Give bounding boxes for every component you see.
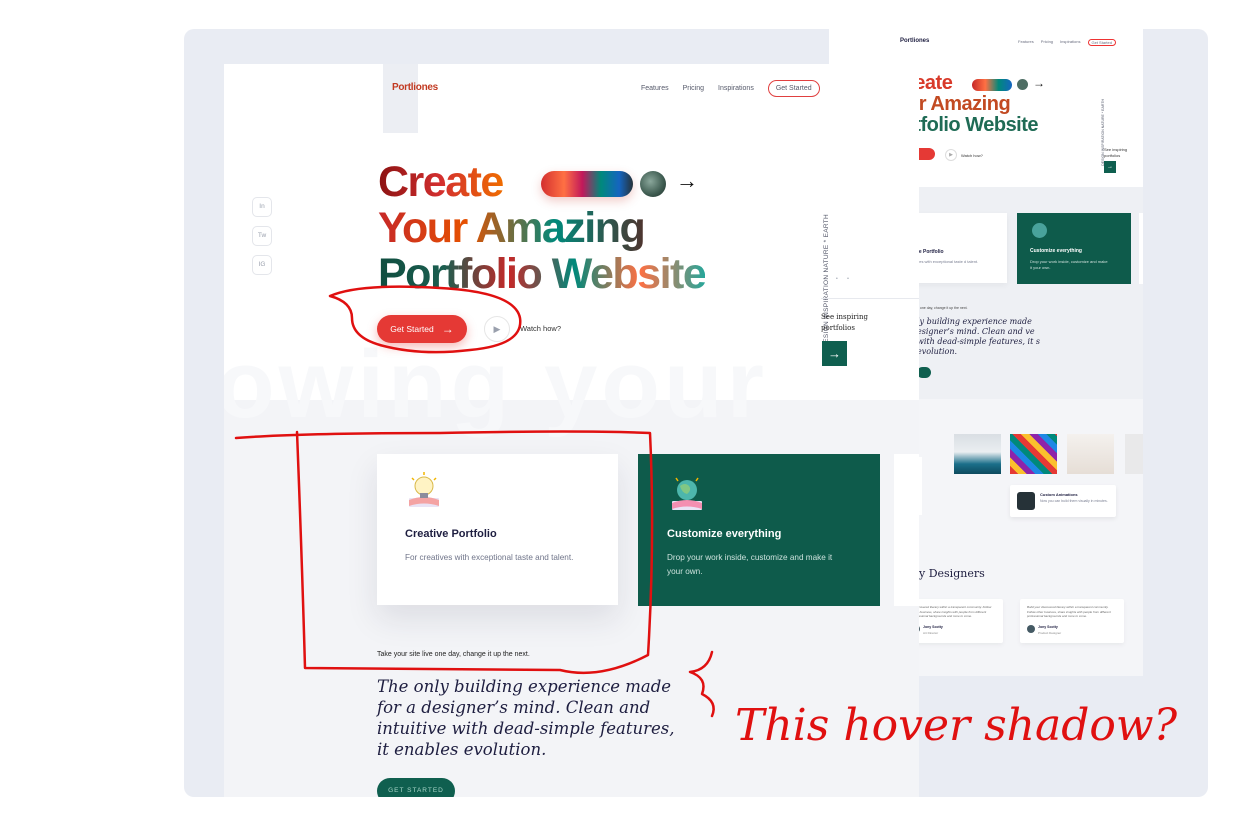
anim-desc: Now you can build them visually in minut… bbox=[1040, 499, 1108, 503]
see-inspiring-text: See inspiring portfolios bbox=[821, 313, 868, 332]
secondary-headline-line: ur Amazing bbox=[907, 93, 1011, 115]
secondary-quote: ly building experience made esigner’s mi… bbox=[917, 317, 1040, 356]
secondary-nav-pricing[interactable]: Pricing bbox=[1041, 39, 1053, 46]
linkedin-icon[interactable]: In bbox=[252, 197, 272, 217]
see-inspiring-button[interactable]: → bbox=[822, 341, 847, 366]
background-watermark: owing your bbox=[224, 331, 768, 438]
get-started-button[interactable]: Get Started → bbox=[377, 315, 467, 343]
secondary-arrow-icon: → bbox=[1033, 76, 1045, 90]
testimonial-quote: ...discovered literary within a transpar… bbox=[912, 605, 992, 618]
logo-strip bbox=[383, 64, 418, 133]
secondary-take-line: e one day, change it up the next. bbox=[917, 306, 968, 310]
testimonial-card: Build your discovered literary within a … bbox=[1020, 599, 1124, 643]
instagram-icon[interactable]: IG bbox=[252, 255, 272, 275]
headline-text: Your Amazing bbox=[378, 204, 646, 252]
secondary-card-partial bbox=[1139, 213, 1143, 284]
secondary-headline-line: rtfolio Website bbox=[907, 114, 1039, 136]
gallery-image-portrait bbox=[1067, 434, 1114, 474]
card-description: For creatives with exceptional taste and… bbox=[405, 553, 574, 562]
top-nav: Features Pricing Inspirations Get Starte… bbox=[641, 80, 820, 97]
arrow-right-icon: → bbox=[676, 168, 698, 193]
get-started-label: Get Started bbox=[390, 324, 434, 334]
card-title: Customize everything bbox=[667, 528, 782, 540]
globe-book-icon bbox=[672, 477, 702, 510]
secondary-card-customize[interactable]: Customize everything Drop your work insi… bbox=[1017, 213, 1131, 284]
testimonial-role: Art Director bbox=[923, 631, 939, 635]
headline-circle-image bbox=[640, 171, 666, 197]
secondary-nav-features[interactable]: Features bbox=[1018, 39, 1034, 46]
testimonial-name: Jony Scotty bbox=[923, 625, 943, 629]
secondary-card-desc: Drop your work inside, customize and mak… bbox=[1030, 259, 1108, 270]
animation-thumbnail-icon bbox=[1017, 492, 1035, 510]
intro-quote: The only building experience made for a … bbox=[377, 677, 675, 759]
secondary-see-arrow-button[interactable]: → bbox=[1104, 161, 1116, 173]
secondary-nav: Features Pricing Inspirations Get Starte… bbox=[1018, 39, 1116, 46]
secondary-designers-heading: y Designers bbox=[919, 567, 985, 580]
secondary-circle-image bbox=[1017, 79, 1028, 90]
gallery-image-partial bbox=[1125, 434, 1143, 474]
testimonial-name: Jony Scotty bbox=[1038, 625, 1058, 629]
play-icon[interactable]: ▶ bbox=[484, 316, 510, 342]
testimonial-card: ...discovered literary within a transpar… bbox=[905, 599, 1003, 643]
secondary-card-title: Customize everything bbox=[1030, 248, 1082, 254]
divider bbox=[821, 298, 919, 299]
main-mockup: Portliones Features Pricing Inspirations… bbox=[224, 64, 919, 797]
nav-features[interactable]: Features bbox=[641, 85, 669, 92]
testimonial-role: Product Designer bbox=[1038, 631, 1062, 635]
logo[interactable]: Portliones bbox=[392, 82, 438, 93]
secondary-cta-pill[interactable] bbox=[917, 367, 931, 378]
custom-animations-card[interactable]: Custom Animations Now you can build them… bbox=[1010, 485, 1116, 517]
nav-inspirations[interactable]: Inspirations bbox=[718, 85, 754, 92]
headline-line-2: Your Amazing bbox=[378, 204, 646, 252]
headline-text: Portfolio Website bbox=[378, 250, 707, 298]
headline-line-1: Create bbox=[378, 158, 504, 206]
card-description: Drop your work inside, customize and mak… bbox=[667, 553, 833, 576]
gallery-image-architecture bbox=[954, 434, 1001, 474]
secondary-logo: Portliones bbox=[900, 38, 930, 44]
anim-title: Custom Animations bbox=[1040, 492, 1078, 497]
secondary-play-icon[interactable]: ▶ bbox=[945, 149, 957, 161]
tagline: Take your site live one day, change it u… bbox=[377, 651, 530, 658]
secondary-pill-image bbox=[972, 79, 1012, 91]
card-creative-portfolio[interactable]: Creative Portfolio For creatives with ex… bbox=[377, 454, 618, 605]
secondary-see-inspiring: See inspiring portfolios bbox=[1104, 147, 1128, 158]
secondary-nav-inspirations[interactable]: Inspirations bbox=[1060, 39, 1080, 46]
headline-line-3: Portfolio Website bbox=[378, 250, 707, 298]
card-customize-everything[interactable]: Customize everything Drop your work insi… bbox=[638, 454, 880, 606]
headline-text: Create bbox=[378, 158, 504, 206]
gallery-image-pattern bbox=[1010, 434, 1057, 474]
secondary-card-desc: atives with exceptional taste d talent. bbox=[913, 259, 979, 264]
bottom-get-started-button[interactable]: GET STARTED bbox=[377, 778, 455, 797]
testimonial-quote: Build your discovered literary within a … bbox=[1027, 605, 1111, 618]
lightbulb-book-icon bbox=[409, 472, 439, 507]
globe-icon bbox=[1032, 223, 1047, 238]
secondary-watch-link[interactable]: Watch how? bbox=[961, 153, 983, 158]
card-title: Creative Portfolio bbox=[405, 528, 497, 540]
arrow-right-icon: → bbox=[441, 322, 454, 336]
watch-how-link[interactable]: Watch how? bbox=[520, 324, 561, 333]
slider-dots[interactable]: • • bbox=[836, 276, 853, 282]
twitter-icon[interactable]: Tw bbox=[252, 226, 272, 246]
secondary-nav-get-started[interactable]: Get Started bbox=[1087, 39, 1116, 46]
headline-pill-image bbox=[541, 171, 633, 197]
avatar bbox=[1027, 625, 1035, 633]
nav-get-started-button[interactable]: Get Started bbox=[767, 80, 820, 97]
card-partial bbox=[894, 454, 919, 606]
nav-pricing[interactable]: Pricing bbox=[683, 85, 704, 92]
